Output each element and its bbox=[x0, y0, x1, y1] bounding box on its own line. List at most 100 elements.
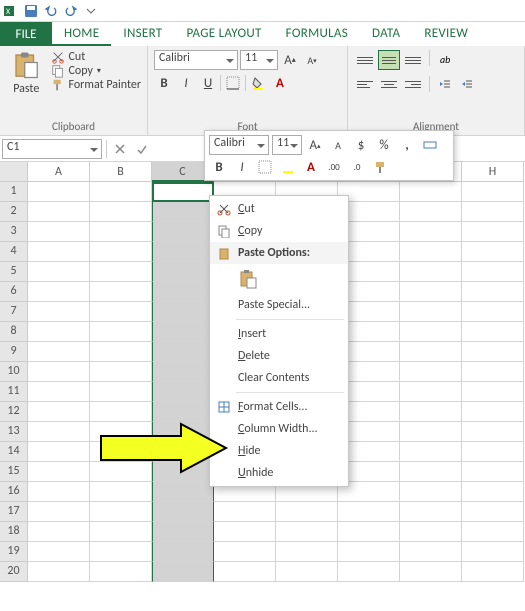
cell[interactable] bbox=[90, 542, 152, 562]
decrease-font-icon[interactable]: A▾ bbox=[302, 51, 322, 69]
mini-merge-icon[interactable] bbox=[420, 136, 440, 154]
row-header[interactable]: 16 bbox=[0, 482, 28, 502]
row-header[interactable]: 3 bbox=[0, 222, 28, 242]
cell[interactable] bbox=[338, 542, 400, 562]
cell[interactable] bbox=[462, 342, 524, 362]
cell[interactable] bbox=[214, 562, 276, 582]
row-header[interactable]: 6 bbox=[0, 282, 28, 302]
row-header[interactable]: 5 bbox=[0, 262, 28, 282]
cell[interactable] bbox=[28, 362, 90, 382]
cell[interactable] bbox=[28, 502, 90, 522]
cell[interactable] bbox=[28, 202, 90, 222]
fill-color-button[interactable] bbox=[248, 74, 268, 92]
cell[interactable] bbox=[28, 382, 90, 402]
cell[interactable] bbox=[462, 242, 524, 262]
row-header[interactable]: 8 bbox=[0, 322, 28, 342]
cell[interactable] bbox=[28, 242, 90, 262]
paste-option-default[interactable] bbox=[236, 267, 260, 291]
align-top-button[interactable] bbox=[354, 50, 376, 70]
align-left-button[interactable] bbox=[354, 74, 376, 94]
cell[interactable] bbox=[400, 522, 462, 542]
cell[interactable] bbox=[152, 262, 214, 282]
cell[interactable] bbox=[462, 522, 524, 542]
mini-font-name[interactable]: Calibri bbox=[209, 135, 269, 155]
cell[interactable] bbox=[152, 502, 214, 522]
align-right-button[interactable] bbox=[402, 74, 424, 94]
cell[interactable] bbox=[28, 522, 90, 542]
enter-icon[interactable] bbox=[133, 140, 151, 158]
cell[interactable] bbox=[152, 482, 214, 502]
cell[interactable] bbox=[152, 562, 214, 582]
increase-indent-button[interactable] bbox=[457, 75, 477, 93]
cell[interactable] bbox=[462, 442, 524, 462]
ctx-cut[interactable]: Cut bbox=[210, 198, 348, 220]
paste-button[interactable]: Paste bbox=[6, 50, 47, 96]
cell[interactable] bbox=[28, 482, 90, 502]
cell[interactable] bbox=[400, 282, 462, 302]
row-header[interactable]: 7 bbox=[0, 302, 28, 322]
row-header[interactable]: 12 bbox=[0, 402, 28, 422]
cell[interactable] bbox=[462, 542, 524, 562]
row-header[interactable]: 11 bbox=[0, 382, 28, 402]
cell[interactable] bbox=[462, 302, 524, 322]
cell[interactable] bbox=[90, 202, 152, 222]
mini-font-size[interactable]: 11 bbox=[272, 135, 302, 155]
tab-file[interactable]: FILE bbox=[0, 22, 52, 46]
cell[interactable] bbox=[276, 542, 338, 562]
decrease-indent-button[interactable] bbox=[435, 75, 455, 93]
cell[interactable] bbox=[152, 182, 214, 202]
cell[interactable] bbox=[90, 302, 152, 322]
cell[interactable] bbox=[400, 342, 462, 362]
cell[interactable] bbox=[462, 422, 524, 442]
cell[interactable] bbox=[462, 362, 524, 382]
font-name-select[interactable]: Calibri bbox=[154, 50, 238, 70]
cell[interactable] bbox=[462, 262, 524, 282]
mini-decrease-decimal-icon[interactable]: .00 bbox=[324, 158, 344, 176]
tab-insert[interactable]: INSERT bbox=[111, 22, 174, 46]
cell[interactable] bbox=[338, 562, 400, 582]
mini-bold-button[interactable]: B bbox=[209, 158, 229, 176]
increase-font-icon[interactable]: A▴ bbox=[280, 51, 300, 69]
cell[interactable] bbox=[28, 342, 90, 362]
cell[interactable] bbox=[462, 282, 524, 302]
cell[interactable] bbox=[400, 462, 462, 482]
cell[interactable] bbox=[462, 322, 524, 342]
cell[interactable] bbox=[28, 562, 90, 582]
cell[interactable] bbox=[400, 502, 462, 522]
row-header[interactable]: 19 bbox=[0, 542, 28, 562]
cell[interactable] bbox=[152, 382, 214, 402]
row-header[interactable]: 9 bbox=[0, 342, 28, 362]
copy-button[interactable]: Copy ▾ bbox=[51, 64, 142, 78]
cell[interactable] bbox=[28, 282, 90, 302]
cell[interactable] bbox=[152, 322, 214, 342]
cell[interactable] bbox=[400, 362, 462, 382]
tab-formulas[interactable]: FORMULAS bbox=[274, 22, 360, 46]
col-header-b[interactable]: B bbox=[90, 162, 152, 182]
cell[interactable] bbox=[152, 202, 214, 222]
mini-format-painter-icon[interactable] bbox=[370, 158, 390, 176]
cell[interactable] bbox=[338, 502, 400, 522]
align-middle-button[interactable] bbox=[378, 50, 400, 70]
row-header[interactable]: 4 bbox=[0, 242, 28, 262]
cell[interactable] bbox=[152, 302, 214, 322]
cell[interactable] bbox=[152, 542, 214, 562]
ctx-copy[interactable]: Copy bbox=[210, 220, 348, 242]
cell[interactable] bbox=[90, 182, 152, 202]
ctx-paste-special[interactable]: Paste Special... bbox=[210, 294, 348, 316]
cell[interactable] bbox=[338, 522, 400, 542]
cell[interactable] bbox=[400, 322, 462, 342]
qat-customize-icon[interactable] bbox=[82, 2, 100, 20]
mini-font-color-button[interactable]: A bbox=[301, 158, 321, 176]
cell[interactable] bbox=[152, 242, 214, 262]
cell[interactable] bbox=[276, 562, 338, 582]
cell[interactable] bbox=[152, 222, 214, 242]
ctx-insert[interactable]: Insert bbox=[210, 323, 348, 345]
cell[interactable] bbox=[462, 482, 524, 502]
bold-button[interactable]: B bbox=[154, 74, 174, 92]
col-header-h[interactable]: H bbox=[462, 162, 524, 182]
redo-button[interactable] bbox=[62, 2, 80, 20]
col-header-a[interactable]: A bbox=[28, 162, 90, 182]
mini-italic-button[interactable]: I bbox=[232, 158, 252, 176]
cell[interactable] bbox=[400, 422, 462, 442]
cell[interactable] bbox=[462, 202, 524, 222]
